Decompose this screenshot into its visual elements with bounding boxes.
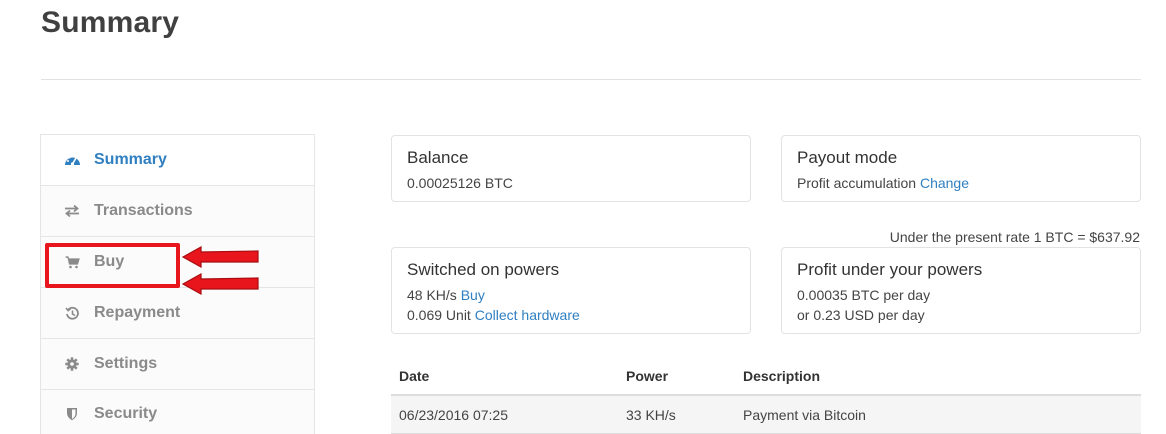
profit-title: Profit under your powers (797, 260, 983, 279)
column-header-date[interactable]: Date (391, 368, 618, 384)
annotation-highlight-box (45, 243, 180, 288)
power-value: 48 KH/s (407, 287, 457, 303)
sidebar-item-label: Repayment (94, 304, 181, 321)
annotation-arrow-icon (181, 246, 259, 268)
table-row: 06/23/2016 07:25 33 KH/s Payment via Bit… (391, 396, 1141, 434)
dashboard-icon (63, 151, 81, 169)
powers-card: Switched on powers 48 KH/s Buy 0.069 Uni… (391, 247, 751, 334)
unit-value: 0.069 Unit (407, 307, 471, 323)
collect-hardware-link[interactable]: Collect hardware (475, 307, 580, 323)
page-title: Summary (41, 6, 180, 39)
sidebar-item-summary[interactable]: Summary (41, 135, 314, 186)
history-icon (63, 304, 81, 322)
power-line: 48 KH/s Buy (407, 285, 735, 305)
cell-date: 06/23/2016 07:25 (399, 406, 508, 423)
gear-icon (63, 355, 81, 373)
profit-usd-line: or 0.23 USD per day (797, 307, 925, 323)
payout-mode-value: Profit accumulation (797, 175, 917, 191)
title-divider (41, 79, 1141, 80)
column-header-description[interactable]: Description (735, 368, 1141, 384)
change-payout-link[interactable]: Change (920, 175, 969, 191)
sidebar-item-label: Security (94, 405, 158, 422)
profit-btc-line: 0.00035 BTC per day (797, 287, 931, 303)
balance-title: Balance (407, 148, 469, 167)
payout-mode-title: Payout mode (797, 148, 898, 167)
profit-card: Profit under your powers 0.00035 BTC per… (781, 247, 1141, 334)
payout-mode-card: Payout mode Profit accumulation Change (781, 135, 1141, 202)
sidebar-item-repayment[interactable]: Repayment (41, 288, 314, 339)
transactions-table: Date Power Description 06/23/2016 07:25 … (391, 358, 1141, 434)
table-header: Date Power Description (391, 358, 1141, 396)
sidebar-item-label: Settings (94, 355, 158, 372)
shield-icon (63, 405, 81, 423)
cell-power: 33 KH/s (626, 406, 676, 423)
powers-title: Switched on powers (407, 260, 560, 279)
exchange-icon (63, 202, 81, 220)
balance-value: 0.00025126 BTC (407, 175, 513, 191)
annotation-arrow-icon (181, 273, 259, 295)
cell-description: Payment via Bitcoin (743, 406, 866, 423)
buy-power-link[interactable]: Buy (461, 287, 485, 303)
sidebar-item-label: Transactions (94, 202, 193, 219)
sidebar-item-security[interactable]: Security (41, 390, 314, 434)
sidebar-item-settings[interactable]: Settings (41, 339, 314, 390)
exchange-rate-note: Under the present rate 1 BTC = $637.92 (889, 229, 1140, 245)
payout-mode-line: Profit accumulation Change (797, 173, 1125, 193)
unit-line: 0.069 Unit Collect hardware (407, 305, 735, 325)
balance-card: Balance 0.00025126 BTC (391, 135, 751, 202)
sidebar-item-label: Summary (94, 151, 167, 168)
sidebar-item-transactions[interactable]: Transactions (41, 186, 314, 237)
column-header-power[interactable]: Power (618, 368, 735, 384)
